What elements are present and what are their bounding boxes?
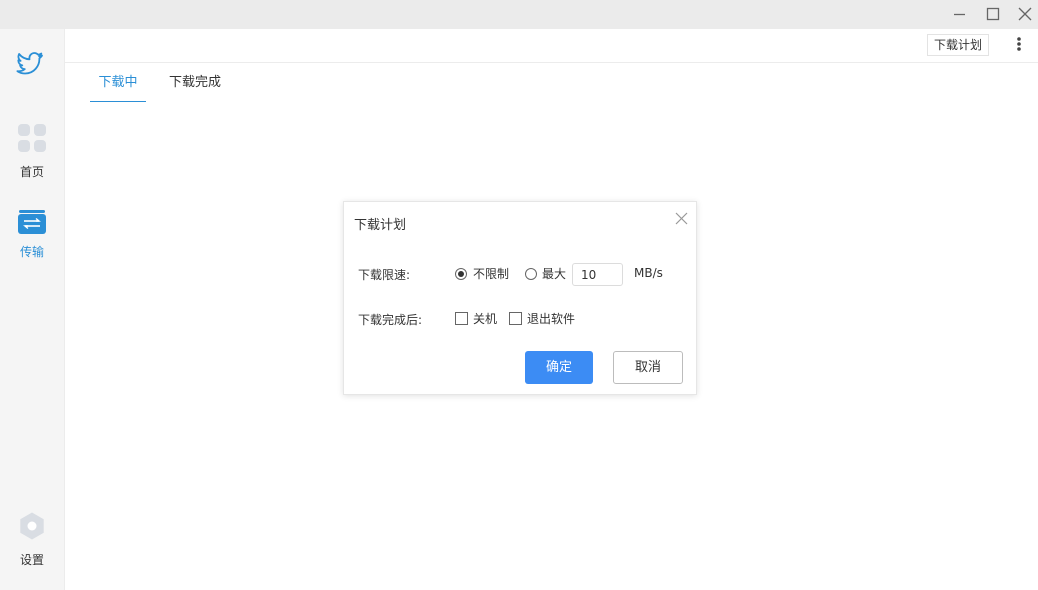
close-button[interactable] bbox=[1008, 0, 1038, 29]
sidebar-item-label: 设置 bbox=[19, 553, 44, 567]
sidebar-item-label: 首页 bbox=[19, 165, 44, 179]
tab-completed[interactable]: 下载完成 bbox=[164, 63, 226, 102]
sidebar-item-transfer[interactable]: 传输 bbox=[0, 209, 64, 260]
more-menu-button[interactable] bbox=[1009, 33, 1029, 57]
exit-app-checkbox-label: 退出软件 bbox=[527, 312, 576, 326]
transfer-icon bbox=[18, 210, 46, 234]
cancel-button[interactable]: 取消 bbox=[613, 351, 683, 384]
more-vertical-icon bbox=[1017, 37, 1021, 51]
top-toolbar: 下载计划 bbox=[65, 29, 1038, 63]
shutdown-checkbox[interactable] bbox=[455, 312, 468, 325]
dialog-title: 下载计划 bbox=[354, 218, 407, 233]
radio-unlimited[interactable] bbox=[455, 268, 467, 280]
minimize-icon bbox=[954, 13, 965, 16]
dialog-close-button[interactable] bbox=[674, 210, 690, 226]
title-bar bbox=[0, 0, 1038, 29]
radio-max-label: 最大 bbox=[542, 267, 567, 281]
download-plan-button[interactable]: 下载计划 bbox=[927, 34, 990, 56]
bird-logo-icon bbox=[16, 51, 44, 81]
sidebar-item-home[interactable]: 首页 bbox=[0, 123, 64, 180]
after-complete-label: 下载完成后: bbox=[358, 313, 423, 327]
sidebar: 首页 传输 设置 bbox=[0, 29, 65, 590]
minimize-button[interactable] bbox=[942, 0, 976, 29]
gear-icon bbox=[20, 512, 44, 540]
exit-app-checkbox[interactable] bbox=[509, 312, 522, 325]
tab-downloading[interactable]: 下载中 bbox=[90, 63, 146, 102]
speed-unit: MB/s bbox=[634, 266, 663, 280]
close-icon bbox=[675, 212, 688, 225]
confirm-button[interactable]: 确定 bbox=[525, 351, 593, 384]
grid-icon bbox=[18, 124, 46, 152]
close-icon bbox=[1018, 7, 1032, 21]
max-speed-input[interactable] bbox=[572, 263, 623, 286]
download-plan-dialog: 下载计划 下载限速: 不限制 最大 MB/s 下载完成后: 关机 退出软件 确定… bbox=[343, 201, 697, 395]
radio-max[interactable] bbox=[525, 268, 537, 280]
maximize-button[interactable] bbox=[976, 0, 1010, 29]
radio-unlimited-label: 不限制 bbox=[473, 267, 510, 281]
sidebar-item-label: 传输 bbox=[19, 245, 44, 259]
maximize-icon bbox=[986, 7, 1000, 21]
shutdown-checkbox-label: 关机 bbox=[473, 312, 498, 326]
speed-limit-label: 下载限速: bbox=[358, 268, 411, 282]
sidebar-item-settings[interactable]: 设置 bbox=[0, 511, 64, 568]
